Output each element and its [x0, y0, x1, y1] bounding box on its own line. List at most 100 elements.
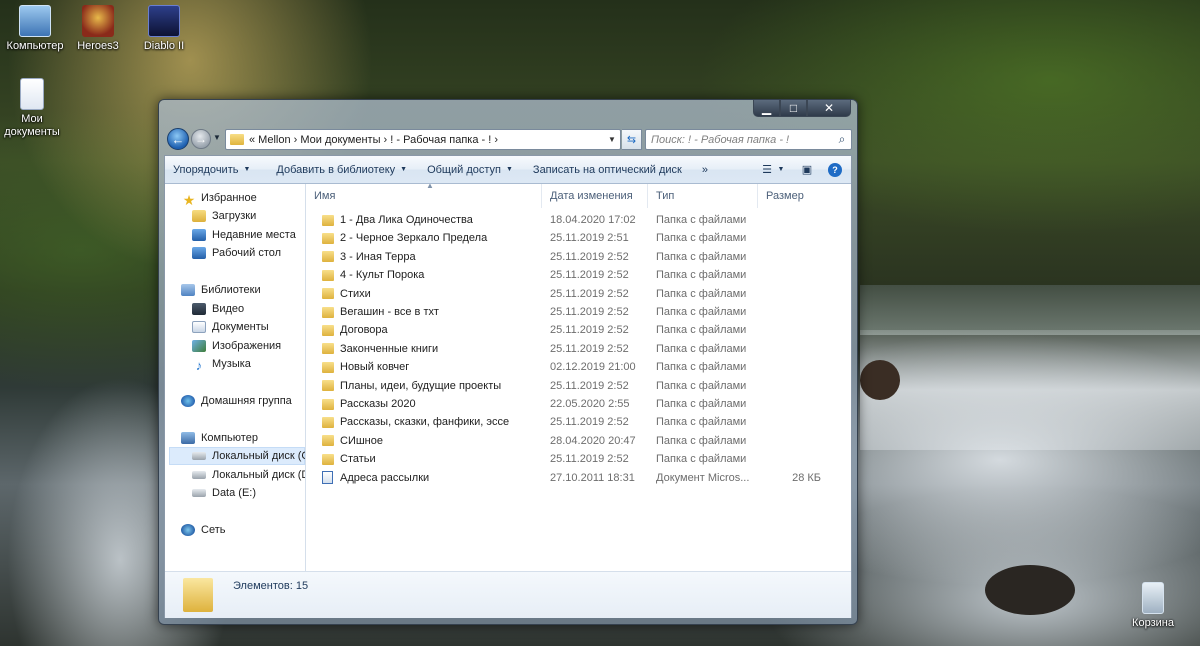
sidebar-item-desktop[interactable]: Рабочий стол — [192, 244, 281, 262]
views-dropdown[interactable]: ▼ — [777, 163, 785, 177]
images-icon — [192, 340, 206, 352]
sidebar-item-computer[interactable]: Компьютер — [181, 429, 258, 447]
file-name-cell[interactable]: 2 - Черное Зеркало Предела — [322, 229, 542, 247]
file-name-cell[interactable]: СИшное — [322, 432, 542, 450]
burn-disc-button[interactable]: Записать на оптический диск — [525, 156, 690, 183]
table-row[interactable]: Договора 25.11.2019 2:52 Папка с файлами — [306, 321, 851, 339]
file-name-cell[interactable]: Вегашин - все в тхт — [322, 303, 542, 321]
explorer-pane: Упорядочить ▼ Добавить в библиотеку ▼ Об… — [164, 155, 852, 618]
sidebar-item-network[interactable]: Сеть — [181, 521, 225, 539]
table-row[interactable]: 4 - Культ Порока 25.11.2019 2:52 Папка с ф… — [306, 266, 851, 284]
folder-icon — [322, 435, 334, 447]
search-icon[interactable]: ⌕ — [833, 132, 851, 147]
desktop-icon-computer[interactable]: Компьютер — [0, 5, 70, 53]
file-name-cell[interactable]: 1 - Два Лика Одиночества — [322, 211, 542, 229]
table-row[interactable]: Стихи 25.11.2019 2:52 Папка с файлами — [306, 285, 851, 303]
table-row[interactable]: 1 - Два Лика Одиночества 18.04.2020 17:02… — [306, 211, 851, 229]
file-name: Вегашин - все в тхт — [340, 306, 439, 318]
address-bar[interactable]: « Mellon › Мои документы › ! - Рабочая п… — [225, 129, 621, 150]
table-row[interactable]: 2 - Черное Зеркало Предела 25.11.2019 2:5… — [306, 229, 851, 247]
navigation-pane: ★ Избранное Загрузки Недавние места Рабо… — [165, 184, 306, 571]
sidebar-item-favorites[interactable]: ★ Избранное — [181, 189, 257, 208]
file-name-cell[interactable]: Статьи — [322, 450, 542, 468]
file-size-cell — [761, 266, 821, 284]
sidebar-item-label: Загрузки — [212, 210, 257, 222]
folder-icon — [322, 324, 334, 336]
recent-pages-dropdown[interactable]: ▼ — [213, 133, 221, 142]
close-button[interactable]: ✕ — [807, 100, 851, 117]
views-icon[interactable]: ☰ — [759, 163, 775, 177]
sidebar-item-music[interactable]: ♪ Музыка — [192, 355, 251, 373]
folder-icon — [322, 398, 334, 410]
table-row[interactable]: Статьи 25.11.2019 2:52 Папка с файлами — [306, 450, 851, 468]
column-header-date[interactable]: Дата изменения — [542, 184, 648, 208]
refresh-button[interactable]: ⇆ — [622, 129, 642, 150]
sidebar-item-recent[interactable]: Недавние места — [192, 226, 296, 244]
desktop-icon-recycle-bin[interactable]: Корзина — [1118, 582, 1188, 630]
preview-pane-icon[interactable]: ▣ — [799, 163, 815, 177]
desktop-icon-diablo2[interactable]: Diablo II — [129, 5, 199, 53]
table-row[interactable]: 3 - Иная Терра 25.11.2019 2:52 Папка с фай… — [306, 248, 851, 266]
diablo2-icon — [148, 5, 180, 37]
drive-icon — [192, 489, 206, 497]
table-row[interactable]: Рассказы 2020 22.05.2020 2:55 Папка с файл… — [306, 395, 851, 413]
folder-icon — [322, 214, 334, 226]
file-name-cell[interactable]: 3 - Иная Терра — [322, 248, 542, 266]
file-name-cell[interactable]: Планы, идеи, будущие проекты — [322, 377, 542, 395]
more-commands-button[interactable]: » — [694, 156, 716, 183]
column-header-size[interactable]: Размер — [758, 184, 851, 208]
file-name: Новый ковчег — [340, 361, 410, 374]
date-modified-cell: 25.11.2019 2:52 — [550, 379, 629, 392]
sidebar-item-data-e[interactable]: Data (E:) — [192, 484, 256, 502]
desktop-icon-heroes3[interactable]: Heroes3 — [63, 5, 133, 53]
organize-label: Упорядочить — [173, 163, 239, 176]
column-header-name[interactable]: ▲ Имя — [306, 184, 542, 208]
sidebar-item-homegroup[interactable]: Домашняя группа — [181, 392, 292, 410]
sidebar-item-local-disk-c[interactable]: Локальный диск (C — [169, 447, 305, 465]
table-row[interactable]: Адреса рассылки 27.10.2011 18:31 Документ … — [306, 469, 851, 487]
sidebar-item-images[interactable]: Изображения — [192, 337, 281, 355]
sidebar-item-video[interactable]: Видео — [192, 300, 244, 318]
table-row[interactable]: Вегашин - все в тхт 25.11.2019 2:52 Папка … — [306, 303, 851, 321]
maximize-button[interactable]: □ — [780, 100, 807, 117]
address-path[interactable]: « Mellon › Мои документы › ! - Рабочая п… — [249, 134, 604, 146]
wallpaper-waterfall — [860, 330, 1200, 450]
table-row[interactable]: Рассказы, сказки, фанфики, эссе 25.11.201… — [306, 413, 851, 431]
help-button[interactable]: ? — [827, 162, 843, 177]
share-button[interactable]: Общий доступ ▼ — [419, 156, 521, 183]
file-name-cell[interactable]: Рассказы 2020 — [322, 395, 542, 413]
sidebar-item-libraries[interactable]: Библиотеки — [181, 281, 261, 299]
search-box[interactable]: Поиск: ! - Рабочая папка - ! ⌕ — [645, 129, 852, 150]
file-type-cell: Документ Micros... — [656, 471, 750, 484]
minimize-button[interactable]: ▁ — [753, 100, 780, 117]
address-dropdown[interactable]: ▼ — [604, 135, 620, 144]
file-size-cell — [761, 340, 821, 358]
file-name-cell[interactable]: Законченные книги — [322, 340, 542, 358]
search-input[interactable]: Поиск: ! - Рабочая папка - ! — [651, 134, 833, 146]
sidebar-item-downloads[interactable]: Загрузки — [192, 207, 256, 225]
add-to-library-button[interactable]: Добавить в библиотеку ▼ — [268, 156, 415, 183]
table-row[interactable]: Законченные книги 25.11.2019 2:52 Папка с … — [306, 340, 851, 358]
date-modified-cell: 25.11.2019 2:52 — [550, 453, 629, 466]
table-row[interactable]: Планы, идеи, будущие проекты 25.11.2019 2… — [306, 377, 851, 395]
date-modified-cell: 25.11.2019 2:52 — [550, 287, 629, 300]
file-name-cell[interactable]: Рассказы, сказки, фанфики, эссе — [322, 413, 542, 431]
desktop-icon-my-documents[interactable]: Мои документы — [0, 78, 67, 139]
explorer-window[interactable]: ▁ □ ✕ ← → ▼ « Mellon › Мои документы › !… — [158, 99, 858, 625]
column-header-type[interactable]: Тип — [648, 184, 758, 208]
file-name-cell[interactable]: Адреса рассылки — [322, 469, 542, 487]
chevron-down-icon: ▼ — [505, 166, 513, 173]
file-name-cell[interactable]: Новый ковчег — [322, 358, 542, 376]
forward-button[interactable]: → — [191, 129, 211, 149]
sidebar-item-documents[interactable]: Документы — [192, 318, 269, 336]
file-type-cell: Папка с файлами — [656, 269, 747, 282]
file-name-cell[interactable]: Стихи — [322, 285, 542, 303]
downloads-icon — [192, 210, 206, 222]
file-name-cell[interactable]: 4 - Культ Порока — [322, 266, 542, 284]
table-row[interactable]: СИшное 28.04.2020 20:47 Папка с файлами — [306, 432, 851, 450]
table-row[interactable]: Новый ковчег 02.12.2019 21:00 Папка с файл… — [306, 358, 851, 376]
organize-button[interactable]: Упорядочить ▼ — [165, 156, 258, 183]
sidebar-item-local-disk-d[interactable]: Локальный диск (D — [192, 466, 305, 484]
back-button[interactable]: ← — [167, 128, 189, 150]
file-name-cell[interactable]: Договора — [322, 321, 542, 339]
